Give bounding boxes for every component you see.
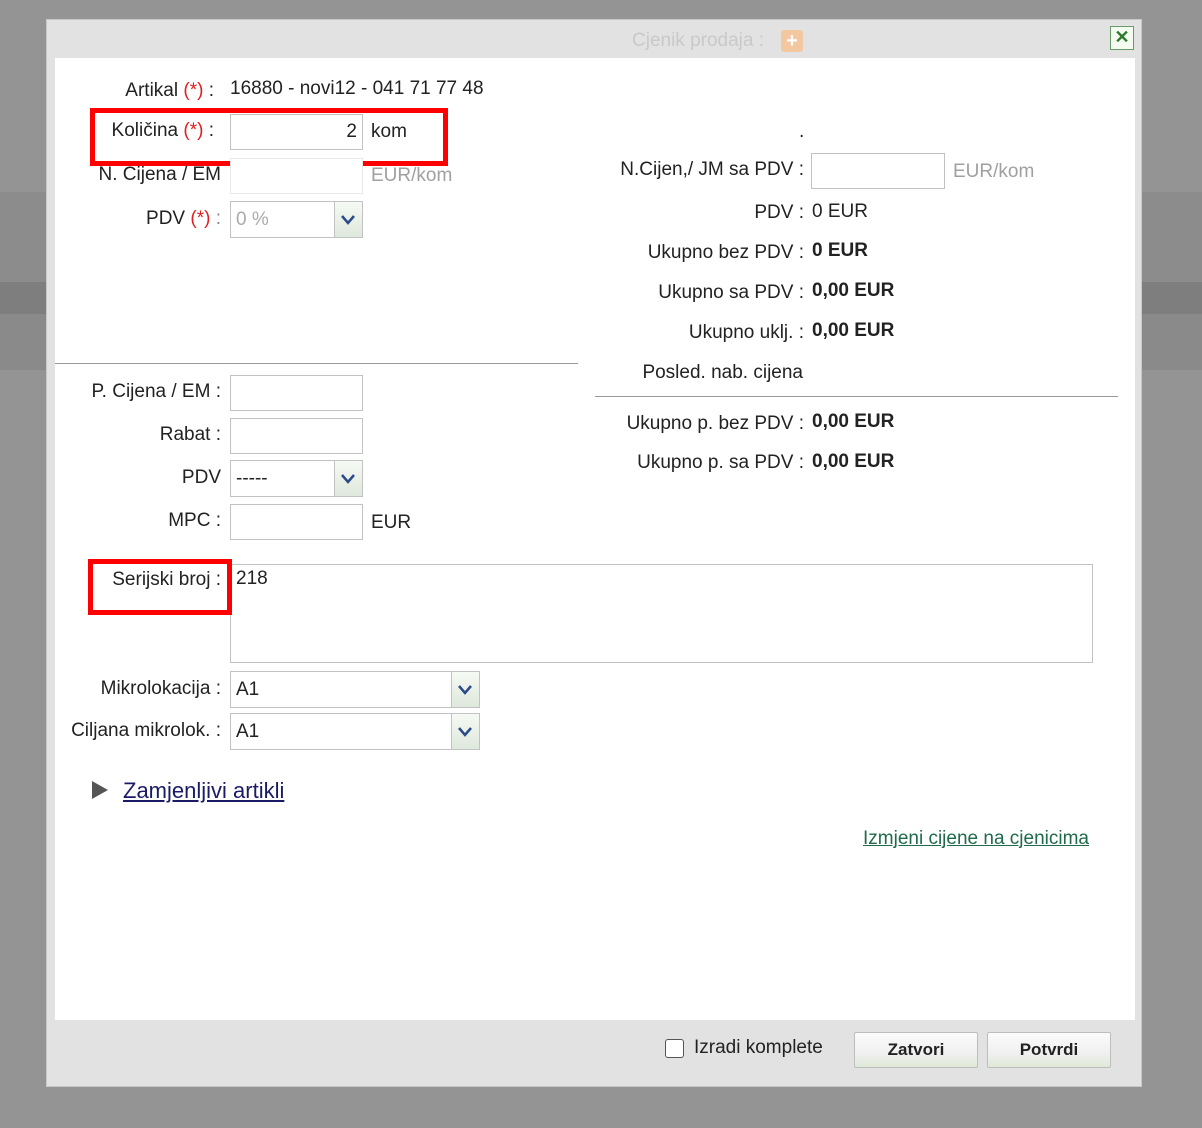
cjenik-dialog: Cjenik prodaja : + ✕ Artikal (*) : 16880… [46,19,1142,1087]
plus-icon[interactable]: + [781,30,803,52]
pdv-amount-value: 0 EUR [812,201,868,222]
divider-right [595,396,1118,397]
rabat-label: Rabat : [159,424,221,445]
izradi-komplete-checkbox[interactable] [665,1039,684,1058]
pdv2-select[interactable]: ----- [230,460,363,497]
ukupno-p-bez-value: 0,00 EUR [812,411,895,432]
pcijena-label: P. Cijena / EM : [91,381,221,402]
artikal-value: 16880 - novi12 - 041 71 77 48 [230,78,484,99]
ncijena-label: N. Cijena / EM [98,164,221,185]
serijski-highlight [88,559,232,615]
pcijena-input[interactable] [230,375,363,411]
artikal-label: Artikal (*) : [125,80,214,101]
mpc-label: MPC : [168,510,221,531]
expand-triangle-icon[interactable] [91,780,109,805]
mpc-unit: EUR [371,512,412,533]
pdv-label: PDV (*) : [146,208,221,229]
pdv-select[interactable]: 0 % [230,201,363,238]
pdv2-label: PDV [181,467,221,488]
ncijena-input[interactable] [230,158,363,194]
izmjeni-cijene-link[interactable]: Izmjeni cijene na cjenicima [863,828,1089,850]
ciljana-select[interactable]: A1 [230,713,480,750]
ncijen-jm-input[interactable] [811,153,945,189]
chevron-down-icon[interactable] [451,714,479,749]
zamjenljivi-artikli-link[interactable]: Zamjenljivi artikli [123,778,284,804]
mpc-input[interactable] [230,504,363,540]
chevron-down-icon[interactable] [334,202,362,237]
ncijena-unit: EUR/kom [371,165,453,186]
chevron-down-icon[interactable] [451,672,479,707]
dialog-footer: Izradi komplete Zatvori Potvrdi [47,1020,1141,1088]
ukupno-bez-label: Ukupno bez PDV : [647,242,804,263]
mikrolokacija-select-value: A1 [236,678,260,700]
ukupno-bez-value: 0 EUR [812,240,868,261]
ukupno-uklj-label: Ukupno uklj. : [688,322,804,343]
rabat-input[interactable] [230,418,363,454]
ncijen-jm-unit: EUR/kom [953,161,1035,182]
mikrolokacija-select[interactable]: A1 [230,671,480,708]
ciljana-select-value: A1 [236,720,260,742]
ncijen-jm-label: N.Cijen,/ JM sa PDV : [620,159,804,180]
ukupno-p-sa-value: 0,00 EUR [812,451,895,472]
pdv-select-value: 0 % [236,208,269,230]
pdv2-select-value: ----- [236,467,268,489]
ukupno-sa-value: 0,00 EUR [812,280,895,301]
chevron-down-icon[interactable] [334,461,362,496]
serijski-textarea[interactable]: 218 [230,564,1093,663]
ciljana-label: Ciljana mikrolok. : [71,720,221,741]
mikrolokacija-label: Mikrolokacija : [100,678,221,699]
dialog-title-bar: Cjenik prodaja : + ✕ [47,20,1141,58]
ukupno-p-sa-label: Ukupno p. sa PDV : [637,452,804,473]
posled-nab-label: Posled. nab. cijena [642,362,803,383]
dot-text: . [799,121,805,142]
ukupno-sa-label: Ukupno sa PDV : [658,282,804,303]
ukupno-p-bez-label: Ukupno p. bez PDV : [626,413,804,434]
pdv-amount-label: PDV : [754,202,804,223]
zatvori-button[interactable]: Zatvori [854,1032,978,1068]
potvrdi-button[interactable]: Potvrdi [987,1032,1111,1068]
dialog-title: Cjenik prodaja : [632,30,765,51]
ukupno-uklj-value: 0,00 EUR [812,320,895,341]
close-icon[interactable]: ✕ [1110,26,1134,50]
dialog-content: Artikal (*) : 16880 - novi12 - 041 71 77… [55,58,1135,1020]
divider-left [55,363,578,364]
izradi-komplete-label: Izradi komplete [694,1037,823,1058]
